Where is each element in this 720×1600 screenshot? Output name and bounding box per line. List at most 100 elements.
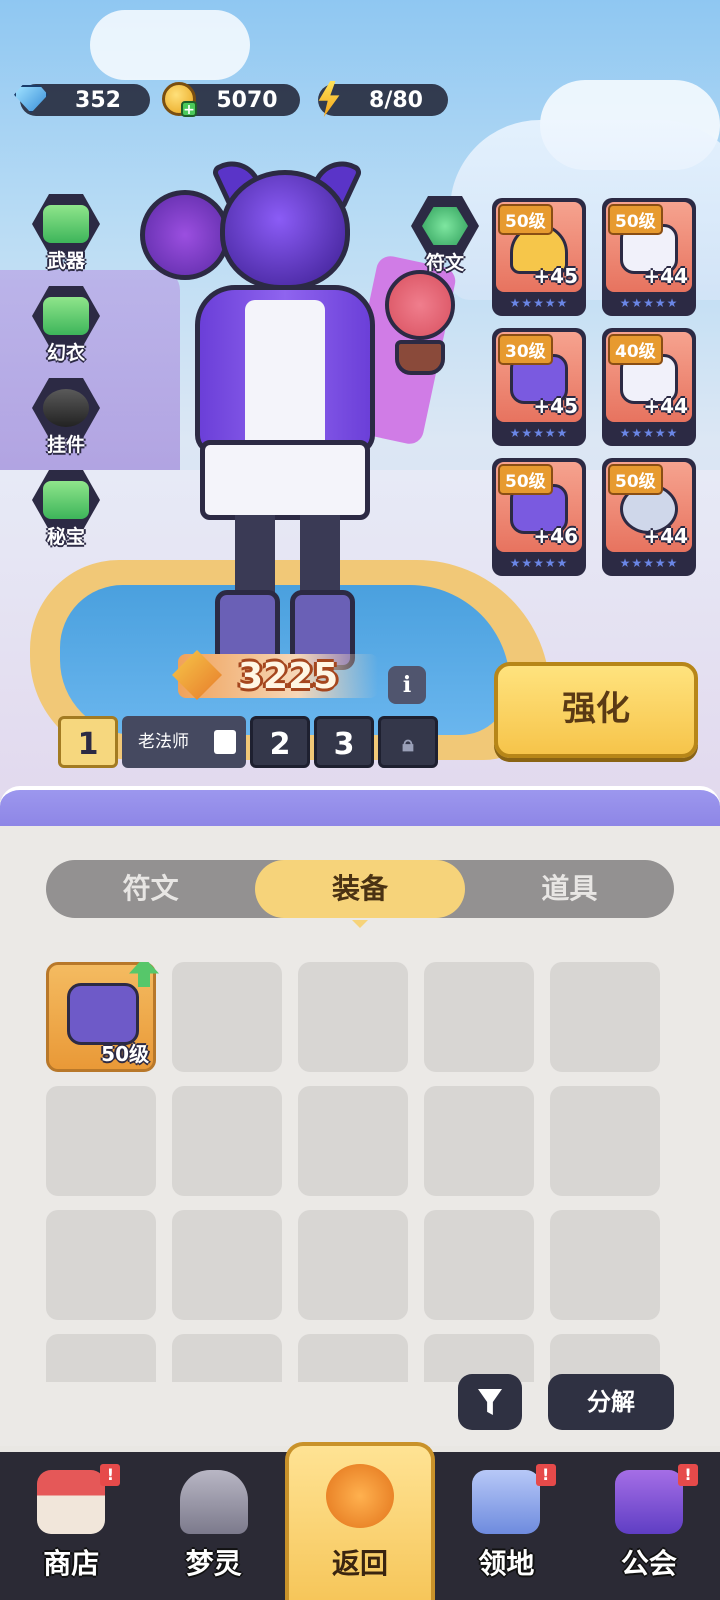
preset-tab-3[interactable]: 3 — [314, 716, 374, 768]
equipment-slot-jacket[interactable]: 50级 +44 ★★★★★ — [602, 198, 696, 316]
nav-guild[interactable]: ! 公会 — [578, 1452, 720, 1600]
nav-back[interactable]: 返回 — [284, 1442, 436, 1600]
territory-icon — [472, 1470, 541, 1534]
equipment-slot-helmet[interactable]: 50级 +45 ★★★★★ — [492, 198, 586, 316]
empty-slot[interactable] — [172, 1210, 282, 1320]
slot-bonus: +46 — [533, 524, 578, 548]
inventory-tabs: 符文 装备 道具 — [46, 860, 674, 928]
slot-level: 50级 — [608, 464, 663, 495]
pendant-icon — [32, 378, 100, 438]
category-label: 挂件 — [46, 434, 85, 456]
flower-pet-head — [385, 270, 455, 340]
equipment-slot-orb[interactable]: 50级 +44 ★★★★★ — [602, 458, 696, 576]
inventory-grid: 50级 — [46, 962, 676, 1382]
inventory-item[interactable]: 50级 — [46, 962, 159, 1072]
slot-bonus: +44 — [643, 264, 688, 288]
filter-icon — [478, 1389, 502, 1415]
preset-tab-locked[interactable]: 🔒︎ — [378, 716, 438, 768]
category-pendant-button[interactable]: 挂件 — [26, 378, 106, 458]
rune-button[interactable]: 符文 — [405, 196, 485, 276]
slot-bonus: +45 — [533, 394, 578, 418]
equipment-slot-bracer[interactable]: 30级 +45 ★★★★★ — [492, 328, 586, 446]
slot-stars: ★★★★★ — [509, 296, 569, 310]
nav-dream-spirit[interactable]: 梦灵 — [142, 1452, 284, 1600]
enhance-button[interactable]: 强化 — [494, 662, 698, 758]
tab-runes[interactable]: 符文 — [46, 860, 255, 918]
bottom-navigation: ! 商店 梦灵 返回 ! 领地 ! 公会 — [0, 1442, 720, 1600]
item-level: 50级 — [101, 1042, 149, 1066]
empty-slot[interactable] — [172, 1086, 282, 1196]
empty-slot[interactable] — [298, 1334, 408, 1382]
preset-tab-2[interactable]: 2 — [250, 716, 310, 768]
bracer-icon — [67, 983, 139, 1045]
category-label: 武器 — [46, 250, 85, 272]
costume-icon — [32, 286, 100, 346]
slot-stars: ★★★★★ — [619, 426, 679, 440]
empty-slot[interactable] — [550, 1210, 660, 1320]
empty-slot[interactable] — [298, 962, 408, 1072]
preset-name[interactable]: 老法师 — [122, 716, 246, 768]
energy-icon — [308, 78, 350, 120]
info-button[interactable]: i — [388, 666, 426, 704]
character-vest — [245, 300, 325, 450]
alert-badge: ! — [678, 1464, 699, 1486]
cloud — [90, 10, 250, 80]
empty-slot[interactable] — [172, 962, 282, 1072]
empty-slot[interactable] — [550, 1086, 660, 1196]
slot-level: 50级 — [498, 204, 553, 235]
character-avatar[interactable] — [140, 150, 458, 690]
slot-level: 40级 — [608, 334, 663, 365]
nav-territory[interactable]: ! 领地 — [435, 1452, 577, 1600]
tab-items[interactable]: 道具 — [465, 860, 674, 918]
equipment-slot-shoes[interactable]: 50级 +46 ★★★★★ — [492, 458, 586, 576]
weapon-icon — [32, 194, 100, 254]
dream-spirit-icon — [179, 1470, 248, 1534]
combat-power-value: 3225 — [238, 656, 339, 697]
empty-slot[interactable] — [424, 962, 534, 1072]
slot-bonus: +45 — [533, 264, 578, 288]
empty-slot[interactable] — [550, 962, 660, 1072]
nav-shop[interactable]: ! 商店 — [0, 1452, 142, 1600]
alert-badge: ! — [100, 1464, 121, 1486]
empty-slot[interactable] — [298, 1210, 408, 1320]
character-staff — [140, 190, 230, 280]
category-weapon-button[interactable]: 武器 — [26, 194, 106, 274]
slot-level: 50级 — [498, 464, 553, 495]
add-icon: + — [181, 101, 197, 117]
nav-label: 领地 — [478, 1547, 535, 1580]
empty-slot[interactable] — [46, 1334, 156, 1382]
flower-pet[interactable] — [375, 270, 460, 380]
equipment-slot-shorts[interactable]: 40级 +44 ★★★★★ — [602, 328, 696, 446]
upgrade-arrow-icon — [129, 962, 159, 987]
empty-slot[interactable] — [46, 1086, 156, 1196]
filter-button[interactable] — [458, 1374, 522, 1430]
empty-slot[interactable] — [46, 1210, 156, 1320]
character-head — [220, 170, 350, 290]
preset-tab-1[interactable]: 1 — [58, 716, 118, 768]
empty-slot[interactable] — [172, 1334, 282, 1382]
slot-level: 30级 — [498, 334, 553, 365]
empty-slot[interactable] — [424, 1086, 534, 1196]
slot-level: 50级 — [608, 204, 663, 235]
empty-slot[interactable] — [424, 1210, 534, 1320]
category-costume-button[interactable]: 幻衣 — [26, 286, 106, 366]
category-treasure-button[interactable]: 秘宝 — [26, 470, 106, 550]
rune-icon — [411, 196, 479, 256]
empty-slot[interactable] — [298, 1086, 408, 1196]
nav-label: 公会 — [620, 1547, 677, 1580]
nav-label: 商店 — [43, 1547, 100, 1580]
energy-counter[interactable]: 8/80 — [318, 81, 448, 117]
coin-counter[interactable]: + 5070 — [162, 82, 300, 117]
character-shorts — [200, 440, 370, 520]
loadout-presets: 1 老法师 2 3 🔒︎ — [58, 716, 442, 768]
treasure-icon — [32, 470, 100, 530]
sword-icon — [172, 650, 222, 700]
decompose-button[interactable]: 分解 — [548, 1374, 674, 1430]
tab-equipment[interactable]: 装备 — [255, 860, 465, 928]
gem-counter[interactable]: 352 — [14, 84, 150, 116]
category-label: 秘宝 — [46, 526, 85, 548]
alert-badge: ! — [535, 1464, 556, 1486]
coin-icon: + — [158, 78, 200, 120]
slot-stars: ★★★★★ — [619, 556, 679, 570]
slot-bonus: +44 — [643, 394, 688, 418]
